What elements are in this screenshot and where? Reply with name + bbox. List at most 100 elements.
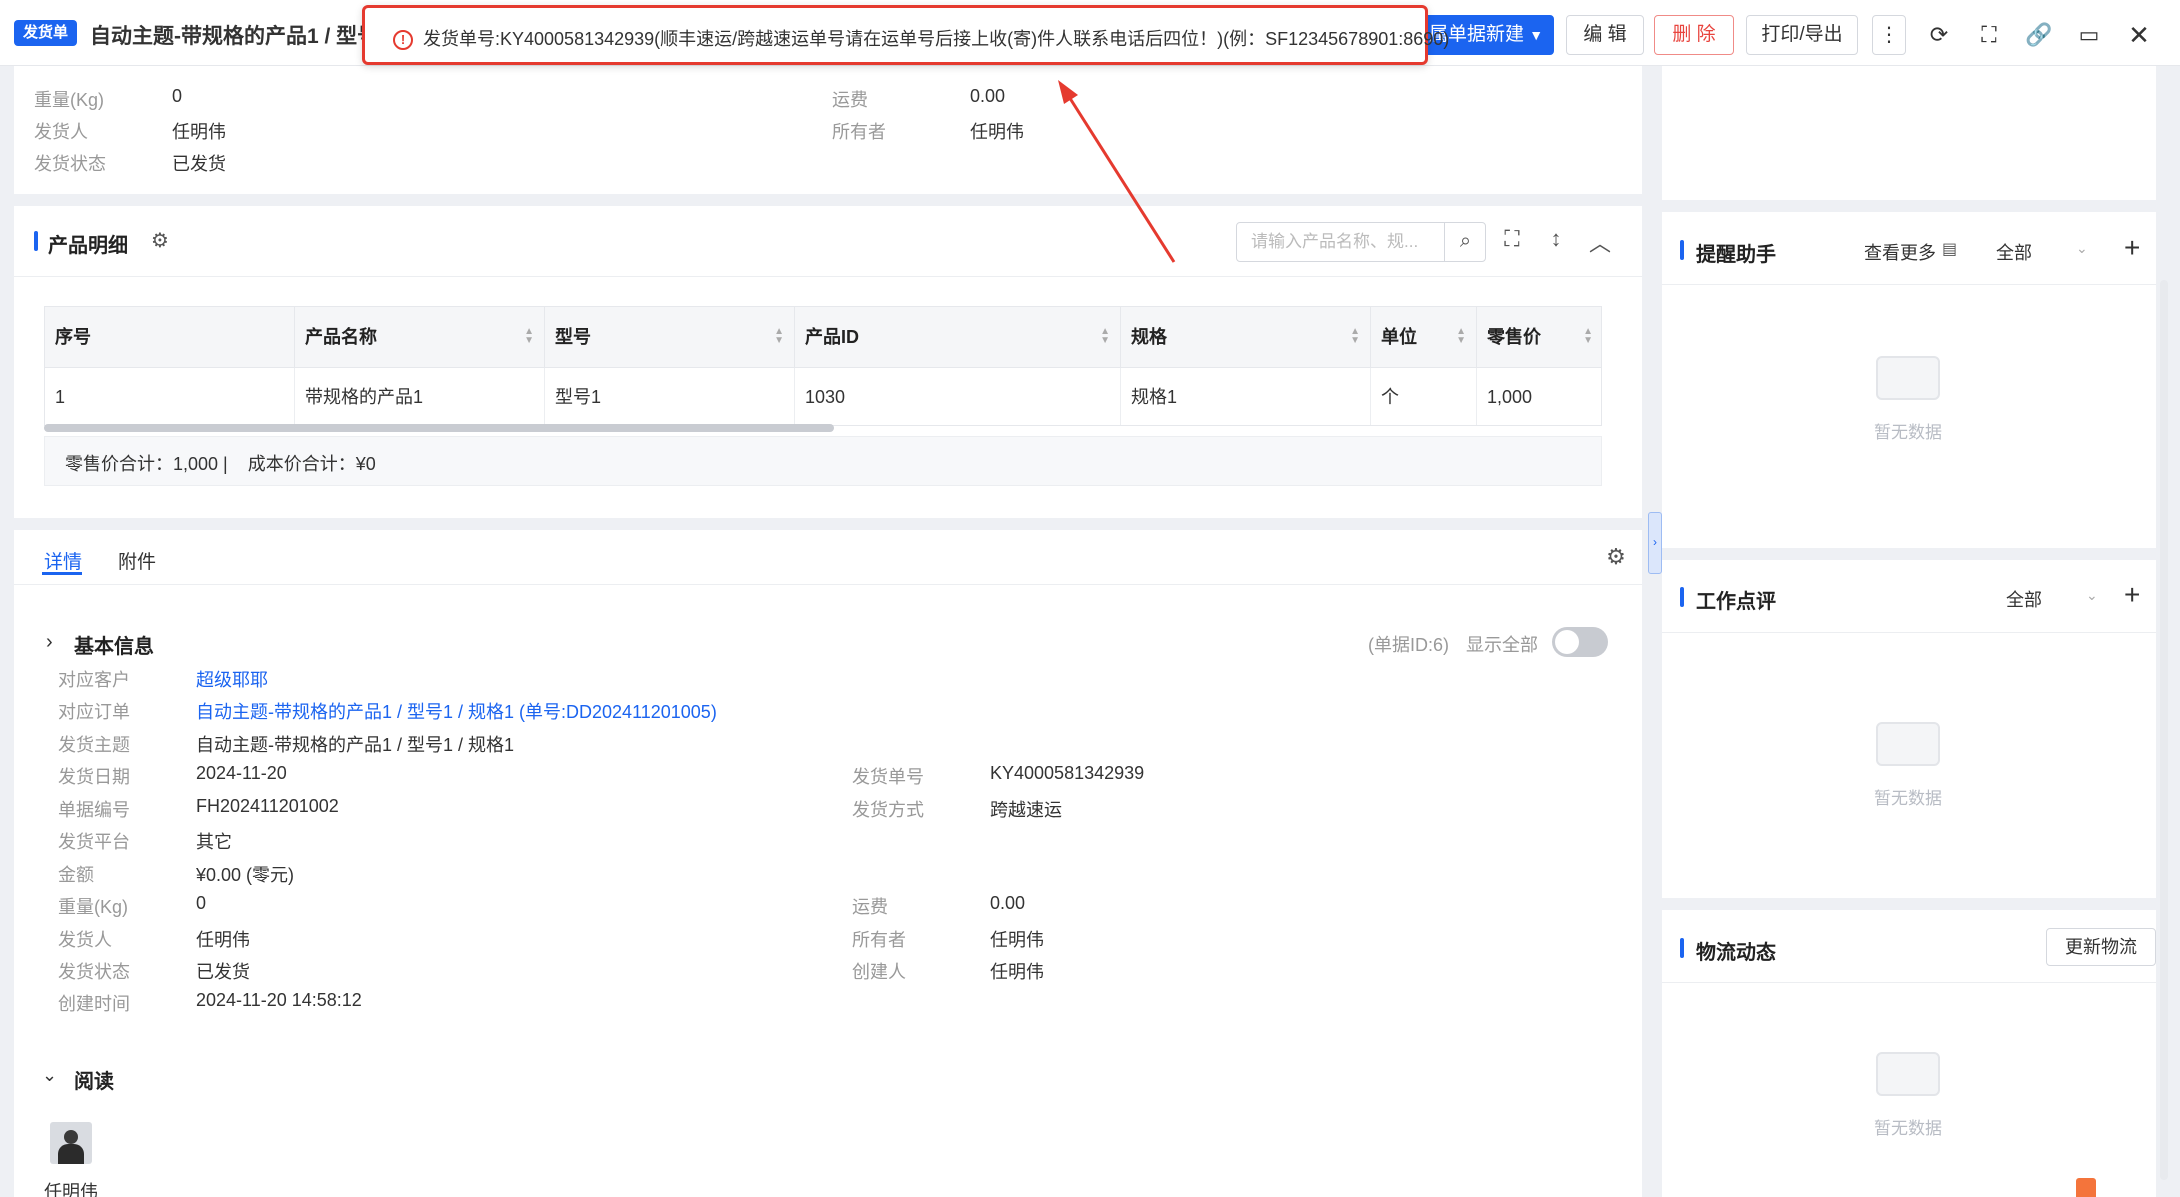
empty-inbox-icon xyxy=(1876,1052,1940,1096)
delete-button[interactable]: 删 除 xyxy=(1654,15,1734,55)
chevron-down-icon[interactable]: ⌄ xyxy=(2076,240,2088,257)
monitor-icon[interactable]: ▭ xyxy=(2072,18,2106,52)
show-all-toggle[interactable] xyxy=(1552,627,1608,657)
doc-type-badge: 发货单 xyxy=(14,20,78,46)
expand-rows-icon[interactable]: ↕ xyxy=(1542,226,1570,252)
sidebar-top-card xyxy=(1662,66,2156,200)
sort-icon[interactable]: ▲ ▼ xyxy=(774,327,784,346)
empty-text: 暂无数据 xyxy=(1874,1119,1942,1138)
sort-icon[interactable]: ▲ ▼ xyxy=(524,327,534,346)
more-icon[interactable]: ⋮ xyxy=(1872,15,1906,55)
close-icon[interactable]: ✕ xyxy=(2122,18,2156,52)
table-cell: 规格1 xyxy=(1121,368,1371,425)
owner-value: 任明伟 xyxy=(990,930,1044,950)
subject-value: 自动主题-带规格的产品1 / 型号1 / 规格1 xyxy=(196,735,515,755)
column-header-label: 规格 xyxy=(1131,327,1167,347)
platform-value: 其它 xyxy=(196,832,232,852)
basic-info-title[interactable]: 基本信息 xyxy=(74,630,154,659)
sort-icon[interactable]: ▲ ▼ xyxy=(1456,327,1466,346)
divider xyxy=(1662,632,2156,633)
chevron-down-icon: ▼ xyxy=(1529,27,1544,43)
product-section-title: 产品明细 xyxy=(48,235,128,257)
status-label: 发货状态 xyxy=(58,962,130,982)
sort-icon[interactable]: ▲ ▼ xyxy=(1350,327,1360,346)
refresh-icon[interactable]: ⟳ xyxy=(1922,18,1956,52)
fullscreen-icon[interactable]: ⛶ xyxy=(1972,18,2006,52)
reminder-filter-select[interactable]: 全部 xyxy=(1996,239,2032,265)
column-header-label: 型号 xyxy=(555,327,591,347)
book-icon[interactable]: ▤ xyxy=(1942,239,1957,259)
tab-attachment[interactable]: 附件 xyxy=(118,547,156,574)
column-header[interactable]: 型号 ▲ ▼ xyxy=(545,307,795,367)
weight-value: 0 xyxy=(172,86,183,106)
reminder-title: 提醒助手 xyxy=(1696,244,1776,266)
plus-icon[interactable]: + xyxy=(2124,232,2140,264)
chevron-down-icon[interactable]: ⌄ xyxy=(2086,587,2098,604)
table-cell: 型号1 xyxy=(545,368,795,425)
amount-value: ¥0.00 (零元) xyxy=(196,865,295,885)
subject-label: 发货主题 xyxy=(58,735,130,755)
product-table: 序号 产品名称 ▲ ▼ 型号 ▲ ▼ 产品ID ▲ ▼ 规格 ▲ ▼ 单位 ▲ ▼ 零售价 ▲ ▼ 1 … xyxy=(44,306,1602,426)
vertical-scrollbar[interactable] xyxy=(2160,280,2168,1180)
date-value: 2024-11-20 xyxy=(196,763,287,783)
review-title: 工作点评 xyxy=(1696,591,1776,613)
empty-inbox-icon xyxy=(1876,722,1940,766)
panel-collapse-handle[interactable]: › xyxy=(1648,512,1662,574)
customer-link[interactable]: 超级耶耶 xyxy=(196,666,268,692)
product-name-link[interactable]: 带规格的产品1 xyxy=(295,368,545,425)
view-more-link[interactable]: 查看更多 xyxy=(1864,239,1936,265)
order-label: 对应订单 xyxy=(58,702,130,722)
empty-text: 暂无数据 xyxy=(1874,789,1942,808)
doc-no-value: FH202411201002 xyxy=(196,796,339,816)
created-value: 2024-11-20 14:58:12 xyxy=(196,990,362,1010)
print-export-button[interactable]: 打印/导出 xyxy=(1746,15,1858,55)
tab-detail[interactable]: 详情 xyxy=(44,547,82,574)
shipper-label: 发货人 xyxy=(34,122,88,142)
chevron-down-icon[interactable]: ⌄ xyxy=(42,1065,57,1086)
method-label: 发货方式 xyxy=(852,800,924,820)
horizontal-scrollbar[interactable] xyxy=(44,424,834,432)
tab-active-indicator xyxy=(42,572,82,575)
page-title: 自动主题-带规格的产品1 / 型号1 xyxy=(90,25,390,48)
settings-icon[interactable]: ⚙ xyxy=(1602,544,1630,570)
plus-icon[interactable]: + xyxy=(2124,579,2140,611)
owner-label: 所有者 xyxy=(832,122,886,142)
amount-label: 金额 xyxy=(58,865,94,885)
column-header[interactable]: 产品ID ▲ ▼ xyxy=(795,307,1121,367)
table-cell: 1,000 xyxy=(1487,387,1533,407)
reading-title[interactable]: 阅读 xyxy=(74,1065,114,1094)
edit-button[interactable]: 编 辑 xyxy=(1566,15,1644,55)
avatar xyxy=(50,1122,92,1164)
review-filter-select[interactable]: 全部 xyxy=(2006,586,2042,612)
chevron-right-icon[interactable]: › xyxy=(46,631,53,654)
divider xyxy=(14,276,1642,277)
created-label: 创建时间 xyxy=(58,994,130,1014)
sort-icon[interactable]: ▲ ▼ xyxy=(1100,327,1110,346)
table-cell: 1030 xyxy=(795,368,1121,425)
toast-content: ! 发货单号:KY4000581342939(顺丰速运/跨越速运单号请在运单号后接… xyxy=(393,25,1449,51)
fullscreen-icon[interactable]: ⛶ xyxy=(1498,226,1526,252)
collapse-icon[interactable]: ︿ xyxy=(1586,226,1614,258)
weight-label: 重量(Kg) xyxy=(34,90,105,110)
help-widget-icon[interactable] xyxy=(2076,1178,2096,1197)
status-label: 发货状态 xyxy=(34,154,106,174)
summary-text: 零售价合计：1,000 | 成本价合计：¥0 xyxy=(65,454,376,474)
link-icon[interactable]: 🔗 xyxy=(2022,18,2056,52)
customer-label: 对应客户 xyxy=(58,670,130,690)
freight-label: 运费 xyxy=(832,90,868,110)
search-icon[interactable]: ⌕ xyxy=(1444,222,1486,262)
table-row: 1 带规格的产品1 型号1 1030 规格1 个 1,000 xyxy=(45,367,1601,425)
empty-inbox-icon xyxy=(1876,356,1940,400)
sort-icon[interactable]: ▲ ▼ xyxy=(1583,327,1593,346)
ship-no-label: 发货单号 xyxy=(852,767,924,787)
column-header[interactable]: 产品名称 ▲ ▼ xyxy=(295,307,545,367)
column-header[interactable]: 规格 ▲ ▼ xyxy=(1121,307,1371,367)
update-logistics-button[interactable]: 更新物流 xyxy=(2046,928,2156,966)
shipper-value: 任明伟 xyxy=(172,122,226,142)
error-toast: ! 发货单号:KY4000581342939(顺丰速运/跨越速运单号请在运单号后接… xyxy=(362,5,1449,65)
order-link[interactable]: 自动主题-带规格的产品1 / 型号1 / 规格1 (单号:DD202411201… xyxy=(196,698,717,724)
settings-icon[interactable]: ⚙ xyxy=(146,228,174,253)
column-header[interactable]: 单位 ▲ ▼ xyxy=(1371,307,1477,367)
column-header[interactable]: 序号 xyxy=(45,307,295,367)
column-header[interactable]: 零售价 ▲ ▼ xyxy=(1477,307,1603,367)
